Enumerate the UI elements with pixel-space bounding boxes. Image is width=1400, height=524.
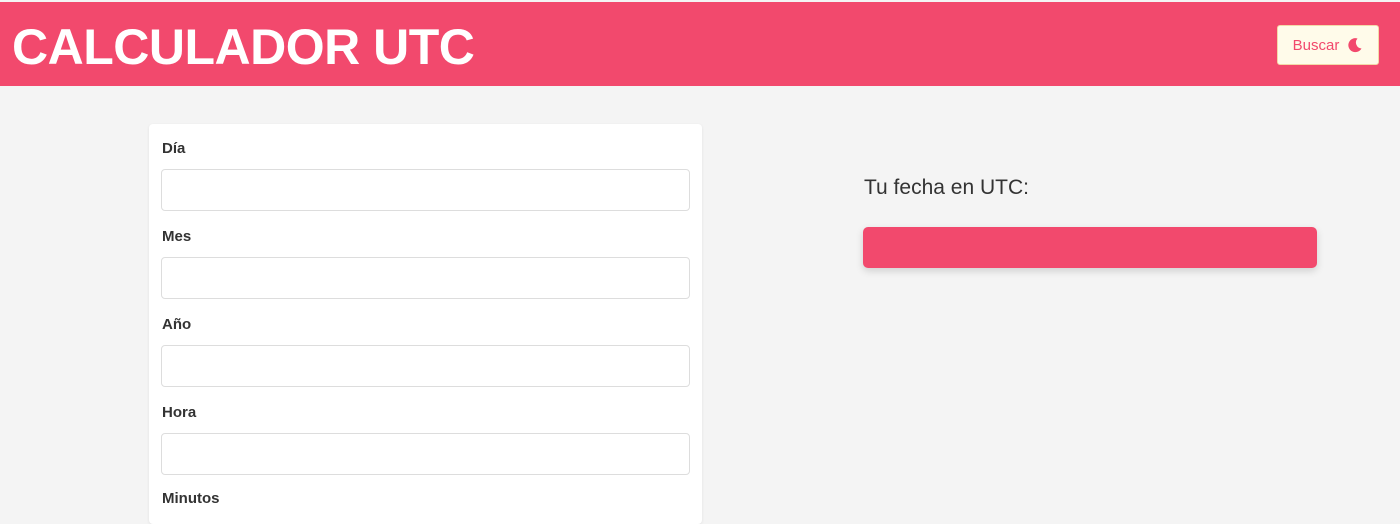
result-heading: Tu fecha en UTC: <box>864 176 1029 199</box>
day-input[interactable] <box>161 169 690 211</box>
minutes-label: Minutos <box>162 490 220 507</box>
search-button[interactable]: Buscar <box>1277 25 1379 65</box>
app-title: CALCULADOR UTC <box>12 19 475 75</box>
year-input[interactable] <box>161 345 690 387</box>
top-bar: CALCULADOR UTC Buscar <box>0 2 1400 86</box>
date-form-card: Día Mes Año Hora Minutos <box>149 124 702 524</box>
hour-label: Hora <box>162 404 197 421</box>
hour-input[interactable] <box>161 433 690 475</box>
year-label: Año <box>162 316 192 333</box>
month-input[interactable] <box>161 257 690 299</box>
month-label: Mes <box>162 228 192 245</box>
moon-icon <box>1347 37 1363 53</box>
search-button-label: Buscar <box>1292 36 1340 54</box>
day-label: Día <box>162 140 186 157</box>
utc-result-box <box>863 227 1317 268</box>
